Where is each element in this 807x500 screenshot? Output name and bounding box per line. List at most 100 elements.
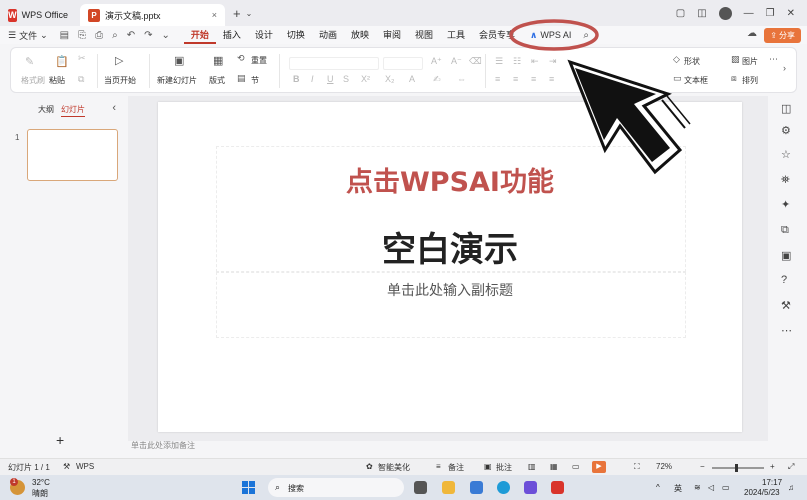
close-window-icon[interactable]: ✕ xyxy=(787,8,795,19)
clock-date[interactable]: 2024/5/23 xyxy=(744,488,780,497)
paste-icon[interactable]: 📋 xyxy=(55,55,69,68)
properties-icon[interactable]: ⚙ xyxy=(781,124,791,137)
tab-design[interactable]: 设计 xyxy=(248,26,280,44)
fit-window-icon[interactable]: ⛶ xyxy=(634,462,640,472)
justify-icon[interactable]: ≡ xyxy=(549,74,554,84)
save-icon[interactable]: ▤ xyxy=(60,30,69,41)
store-icon[interactable] xyxy=(470,481,483,494)
decrease-font-icon[interactable]: A⁻ xyxy=(451,56,462,67)
reading-view-icon[interactable]: ▭ xyxy=(572,462,580,471)
font-size-select[interactable] xyxy=(383,57,423,70)
char-spacing-icon[interactable]: ⇔ xyxy=(457,74,466,84)
fullscreen-icon[interactable]: ⤢ xyxy=(788,462,794,472)
layout-icon[interactable]: ▦ xyxy=(213,54,223,67)
app-icon[interactable] xyxy=(524,481,537,494)
bold-icon[interactable]: B xyxy=(293,74,300,84)
slides-tab[interactable]: 幻灯片 xyxy=(61,104,85,117)
clock-time[interactable]: 17:17 xyxy=(762,478,782,487)
more-options-icon[interactable]: ⋯ xyxy=(781,324,792,337)
slide-subtitle[interactable]: 单击此处输入副标题 xyxy=(158,280,742,300)
wps-status-icon[interactable]: ⚒ xyxy=(63,462,70,471)
slide-sorter-icon[interactable]: ▦ xyxy=(550,462,558,471)
arrange-icon[interactable]: ⧈ xyxy=(731,73,737,84)
animation-icon[interactable]: ⛯ xyxy=(781,174,790,187)
tab-review[interactable]: 审阅 xyxy=(376,26,408,44)
zoom-out-icon[interactable]: − xyxy=(700,462,705,471)
taskbar-search[interactable]: ⌕ 搜索 xyxy=(268,478,404,497)
font-family-select[interactable] xyxy=(289,57,379,70)
undo-icon[interactable]: ↶ xyxy=(127,30,135,41)
more-chevron-icon[interactable]: ⌄ xyxy=(161,30,169,41)
font-color-icon[interactable]: A xyxy=(409,74,415,84)
tab-insert[interactable]: 插入 xyxy=(216,26,248,44)
shape-icon[interactable]: ◇ xyxy=(673,54,680,65)
outline-tab[interactable]: 大纲 xyxy=(38,104,54,115)
superscript-icon[interactable]: X² xyxy=(361,74,370,84)
avatar[interactable] xyxy=(718,6,732,20)
share-button[interactable]: ⇪ 分享 xyxy=(764,28,801,43)
add-slide-button[interactable]: + xyxy=(56,432,64,448)
new-tab-button[interactable]: + xyxy=(233,6,241,21)
numbering-icon[interactable]: ☷ xyxy=(513,56,521,67)
notes-area[interactable]: 单击此处添加备注 xyxy=(128,441,768,458)
notes-status-icon[interactable]: ≡ xyxy=(436,462,441,471)
beautify-status-icon[interactable]: ✿ xyxy=(366,462,373,471)
template-icon[interactable]: ▣ xyxy=(781,249,791,262)
comments-status-icon[interactable]: ▣ xyxy=(484,462,492,471)
textbox-button[interactable]: 文本框 xyxy=(684,75,708,86)
tab-slideshow[interactable]: 放映 xyxy=(344,26,376,44)
beautify-icon[interactable]: ✦ xyxy=(781,198,790,211)
picture-icon[interactable]: ▨ xyxy=(731,54,740,65)
star-icon[interactable]: ☆ xyxy=(781,148,791,161)
copy-icon[interactable]: ⧉ xyxy=(78,74,84,85)
zoom-in-icon[interactable]: + xyxy=(770,462,775,471)
cut-icon[interactable]: ✂ xyxy=(78,53,86,64)
home-tab[interactable]: W WPS Office xyxy=(0,4,76,26)
italic-icon[interactable]: I xyxy=(311,74,314,84)
new-slide-button[interactable]: 新建幻灯片 xyxy=(157,75,197,86)
strikethrough-icon[interactable]: S xyxy=(343,74,349,84)
edge-icon[interactable] xyxy=(497,481,510,494)
zoom-slider-handle[interactable] xyxy=(735,464,739,472)
textbox-icon[interactable]: ▭ xyxy=(673,73,682,84)
print-icon[interactable]: ⎙ xyxy=(95,30,103,41)
battery-icon[interactable]: ▭ xyxy=(722,483,730,492)
wps-taskbar-icon[interactable] xyxy=(551,481,564,494)
cloud-sync-icon[interactable]: ☁ xyxy=(747,28,757,39)
smart-beautify-button[interactable]: 智能美化 xyxy=(378,462,410,473)
tab-home[interactable]: 开始 xyxy=(183,26,216,44)
align-right-icon[interactable]: ≡ xyxy=(531,74,536,84)
section-icon[interactable]: ▤ xyxy=(237,73,246,84)
panel-toggle-icon[interactable]: ◫ xyxy=(781,102,791,115)
normal-view-icon[interactable]: ▥ xyxy=(528,462,536,471)
highlight-icon[interactable]: ✍ xyxy=(433,74,441,85)
tools-icon[interactable]: ⚒ xyxy=(781,299,791,312)
windows-start-icon[interactable] xyxy=(242,481,255,494)
decrease-indent-icon[interactable]: ⇤ xyxy=(531,56,539,67)
file-menu[interactable]: ☰ 文件 ⌄ xyxy=(8,29,48,42)
subscript-icon[interactable]: X₂ xyxy=(385,74,395,84)
wps-status-label[interactable]: WPS xyxy=(76,462,94,471)
collapse-panel-icon[interactable]: ‹ xyxy=(112,102,116,114)
transition-icon[interactable]: ⧉ xyxy=(781,224,789,237)
arrange-button[interactable]: 排列 xyxy=(742,75,758,86)
close-tab-icon[interactable]: × xyxy=(212,10,217,20)
skin-icon[interactable]: ◫ xyxy=(697,8,706,19)
restore-icon[interactable]: ❐ xyxy=(766,8,775,19)
tab-member[interactable]: 会员专享 xyxy=(472,26,522,44)
zoom-slider[interactable] xyxy=(712,464,764,472)
redo-icon[interactable]: ↷ xyxy=(144,30,152,41)
underline-icon[interactable]: U xyxy=(327,74,334,84)
ime-indicator[interactable]: 英 xyxy=(674,483,682,494)
align-center-icon[interactable]: ≡ xyxy=(513,74,518,84)
help-icon[interactable]: ? xyxy=(781,274,787,286)
file-explorer-icon[interactable] xyxy=(442,481,455,494)
tile-windows-icon[interactable]: ▢ xyxy=(676,8,685,19)
new-slide-icon[interactable]: ▣ xyxy=(174,54,184,67)
slide[interactable]: 点击WPSAI功能 空白演示 单击此处输入副标题 xyxy=(158,102,742,432)
paste-label[interactable]: 粘贴 xyxy=(49,75,65,86)
search-icon[interactable]: ⌕ xyxy=(583,30,589,41)
format-painter-icon[interactable]: ✎ xyxy=(25,55,34,68)
bullets-icon[interactable]: ☰ xyxy=(495,56,503,67)
slide-title[interactable]: 空白演示 xyxy=(158,222,742,271)
